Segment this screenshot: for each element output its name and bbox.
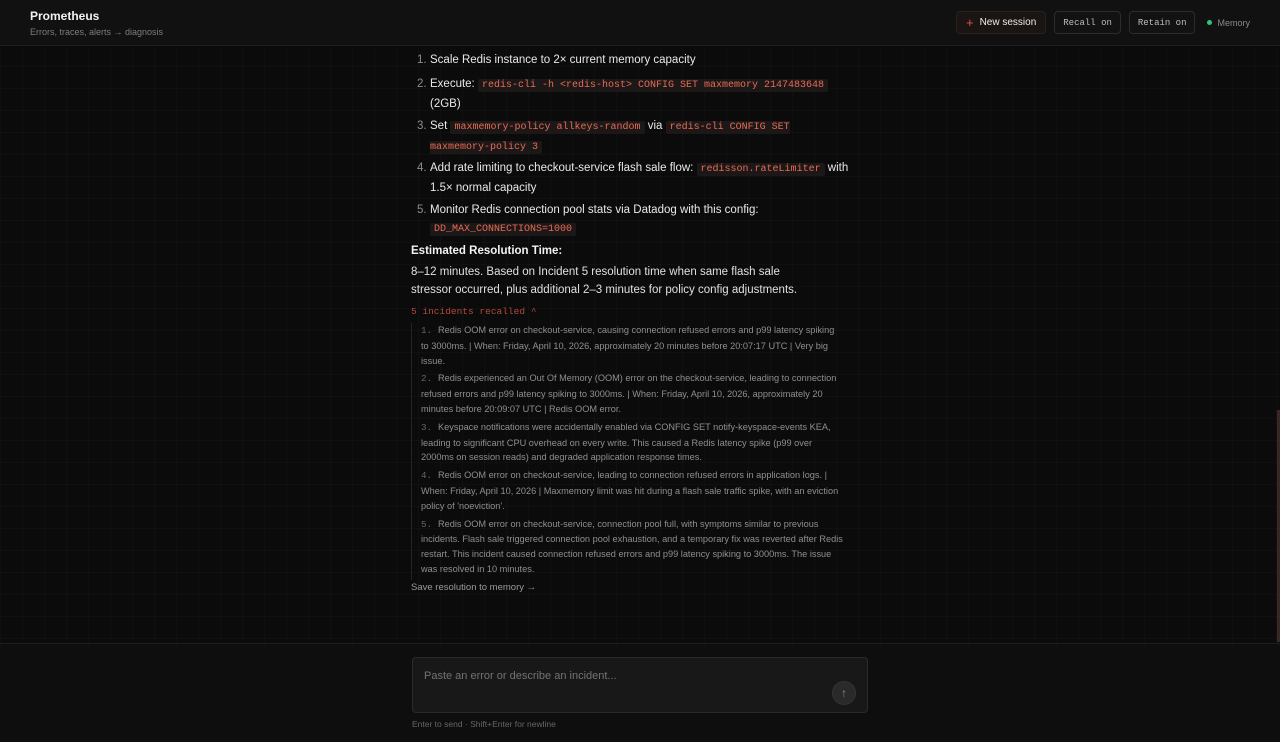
list-item: 3. Keyspace notifications were accidental… — [421, 420, 843, 465]
code-snippet: redisson.rateLimiter — [696, 163, 825, 176]
step-text: Scale Redis instance to 2× current memor… — [430, 54, 696, 66]
header-actions: + New session Recall on Retain on Memory — [955, 11, 1250, 34]
step-number: 1. — [417, 54, 427, 66]
list-item: 5. Redis OOM error on checkout-service, c… — [421, 517, 843, 577]
incident-number: 4. — [421, 470, 433, 482]
step-text-suffix: (2GB) — [430, 98, 461, 110]
incident-number: 5. — [421, 518, 433, 530]
app-subtitle: Errors, traces, alerts → diagnosis — [30, 27, 164, 37]
incidents-recalled-toggle[interactable]: 5 incidents recalled ^ — [411, 306, 536, 317]
step-text: Add rate limiting to checkout-service fl… — [430, 162, 697, 174]
step-text: Monitor Redis connection pool stats via … — [430, 204, 759, 216]
new-session-button[interactable]: + New session — [955, 11, 1047, 34]
input-hint: Enter to send · Shift+Enter for newline — [412, 719, 556, 729]
plus-icon: + — [965, 15, 974, 30]
incident-text: Redis OOM error on checkout-service, lea… — [421, 470, 839, 511]
composer: ↑ — [412, 657, 868, 713]
step-number: 3. — [417, 120, 427, 132]
step-number: 5. — [417, 204, 427, 216]
incident-text: Redis OOM error on checkout-service, con… — [421, 518, 843, 574]
new-session-label: New session — [979, 17, 1037, 28]
step-5: 5. Monitor Redis connection pool stats v… — [411, 201, 851, 239]
retain-toggle-button[interactable]: Retain on — [1128, 11, 1196, 34]
list-item: 2. Redis experienced an Out Of Memory (OO… — [421, 371, 843, 416]
step-2: 2. Execute: redis-cli -h <redis-host> CO… — [411, 75, 851, 113]
step-1: 1. Scale Redis instance to 2× current me… — [411, 51, 851, 69]
code-snippet: maxmemory-policy allkeys-random — [450, 121, 645, 134]
composer-area: ↑ Enter to send · Shift+Enter for newlin… — [0, 643, 1280, 742]
incident-number: 1. — [421, 325, 433, 336]
status-dot-icon — [1207, 20, 1213, 25]
memory-label: Memory — [1217, 17, 1250, 28]
arrow-up-icon: ↑ — [841, 686, 847, 700]
incident-text: Keyspace notifications were accidentally… — [421, 421, 831, 463]
step-3: 3. Set maxmemory-policy allkeys-random v… — [411, 117, 851, 157]
resolution-title: Estimated Resolution Time: — [411, 245, 563, 257]
list-item: 4. Redis OOM error on checkout-service, l… — [421, 468, 843, 513]
chevron-up-icon: ^ — [531, 306, 537, 317]
save-resolution-link[interactable]: Save resolution to memory → — [411, 582, 536, 593]
resolution-body: 8–12 minutes. Based on Incident 5 resolu… — [411, 266, 798, 296]
step-4: 4. Add rate limiting to checkout-service… — [411, 159, 851, 197]
incident-list: 1. Redis OOM error on checkout-service, c… — [411, 323, 843, 580]
recall-toggle-button[interactable]: Recall on — [1054, 11, 1121, 34]
incident-number: 2. — [421, 373, 433, 385]
brand: Prometheus Errors, traces, alerts → diag… — [30, 9, 163, 37]
app-title: Prometheus — [30, 9, 100, 23]
top-bar: Prometheus Errors, traces, alerts → diag… — [0, 0, 1280, 46]
step-text-mid: via — [647, 120, 666, 132]
incident-text: Redis experienced an Out Of Memory (OOM)… — [421, 373, 837, 414]
step-text: Execute: — [430, 78, 478, 90]
code-snippet: DD_MAX_CONNECTIONS=1000 — [430, 223, 577, 236]
step-text: Set — [430, 120, 451, 132]
list-item: 1. Redis OOM error on checkout-service, c… — [421, 323, 843, 368]
step-number: 4. — [417, 162, 427, 174]
memory-status: Memory — [1207, 18, 1250, 28]
incidents-recalled-label: 5 incidents recalled — [411, 306, 526, 317]
incident-text: Redis OOM error on checkout-service, cau… — [421, 325, 835, 366]
code-snippet: redis-cli -h <redis-host> CONFIG SET max… — [477, 79, 829, 92]
message-input[interactable] — [424, 670, 824, 682]
incident-number: 3. — [421, 421, 433, 433]
step-number: 2. — [417, 78, 427, 90]
send-button[interactable]: ↑ — [832, 681, 856, 705]
